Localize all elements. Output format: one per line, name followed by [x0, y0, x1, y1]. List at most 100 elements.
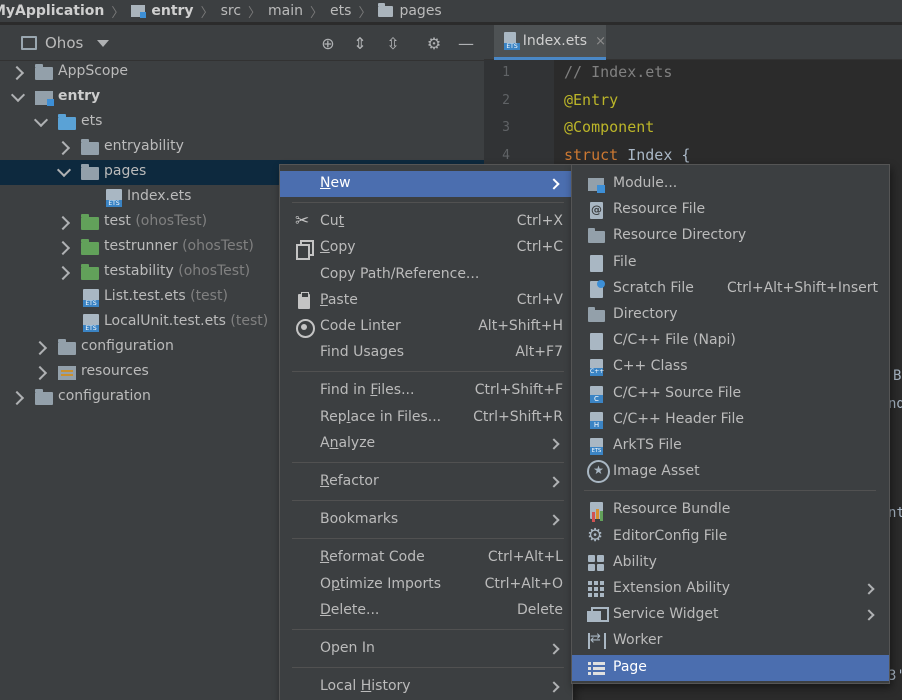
code-line[interactable]: @Component: [564, 118, 654, 136]
menu-item-bookmarks[interactable]: Bookmarks: [280, 507, 572, 533]
submenu-item-service-widget[interactable]: Service Widget: [572, 602, 889, 628]
crosshair-icon[interactable]: ⊕: [318, 33, 338, 53]
menu-item-copy[interactable]: Copy Ctrl+C: [280, 235, 572, 261]
tree-item-ets[interactable]: ets: [0, 110, 484, 135]
submenu-item-arkts-file[interactable]: ArkTS File: [572, 433, 889, 459]
tree-item-label: List.test.ets (test): [104, 288, 228, 304]
menu-item-label: Analyze: [320, 434, 376, 451]
submenu-item-module[interactable]: Module...: [572, 171, 889, 197]
menu-item-analyze[interactable]: Analyze: [280, 431, 572, 457]
submenu-item-resource-file[interactable]: Resource File: [572, 197, 889, 223]
menu-separator: [292, 500, 564, 502]
breadcrumb-item-main[interactable]: main: [268, 3, 303, 19]
menu-item-code-linter[interactable]: Code Linter Alt+Shift+H: [280, 314, 572, 340]
submenu-item-c-class[interactable]: C++ Class: [572, 354, 889, 380]
submenu-item-resource-bundle[interactable]: Resource Bundle: [572, 497, 889, 523]
star-icon: [587, 460, 610, 484]
breadcrumb-item-myapplication[interactable]: MyApplication: [0, 3, 104, 19]
tree-item-name: configuration: [81, 338, 174, 354]
gear-icon[interactable]: ⚙: [424, 33, 444, 53]
submenu-item-page[interactable]: Page: [572, 654, 889, 681]
menu-item-refactor[interactable]: Refactor: [280, 469, 572, 495]
menu-item-paste[interactable]: Paste Ctrl+V: [280, 288, 572, 314]
project-view-selector[interactable]: Ohos: [21, 34, 110, 52]
submenu-item-directory[interactable]: Directory: [572, 302, 889, 328]
tree-item-source-set: (ohosTest): [173, 263, 251, 279]
code-line[interactable]: struct Index {: [564, 146, 690, 164]
breadcrumb-item-pages[interactable]: pages: [378, 2, 442, 19]
submenu-item-label: ArkTS File: [613, 437, 682, 453]
menu-item-shortcut: Alt+Shift+H: [478, 318, 563, 334]
chevron-right-icon[interactable]: [55, 140, 71, 156]
breadcrumb-item-entry[interactable]: entry: [131, 3, 194, 19]
submenu-item-resource-directory[interactable]: Resource Directory: [572, 223, 889, 249]
submenu-item-label: File: [613, 253, 637, 270]
folder-icon: [81, 139, 99, 155]
submenu-item-extension-ability[interactable]: Extension Ability: [572, 576, 889, 602]
chevron-down-icon[interactable]: [56, 162, 72, 178]
menu-item-cut[interactable]: Cut Ctrl+X: [280, 209, 572, 235]
tab-index-ets[interactable]: Index.ets ×: [494, 25, 606, 60]
submenu-item-editorconfig-file[interactable]: EditorConfig File: [572, 524, 889, 550]
ext-icon: [587, 580, 605, 598]
minimize-icon[interactable]: —: [456, 33, 476, 53]
breadcrumb-item-ets[interactable]: ets: [330, 3, 351, 19]
menu-item-local-history[interactable]: Local History: [280, 674, 572, 700]
menu-item-optimize-imports[interactable]: Optimize Imports Ctrl+Alt+O: [280, 572, 572, 598]
menu-item-open-in[interactable]: Open In: [280, 636, 572, 662]
tree-item-entryability[interactable]: entryability: [0, 135, 484, 160]
tree-item-name: AppScope: [58, 63, 128, 79]
tree-item-label: configuration: [58, 388, 151, 404]
chevron-right-icon: [548, 438, 560, 450]
new-submenu: Module... Resource File Resource Directory…: [571, 164, 890, 684]
chevron-right-icon[interactable]: [55, 240, 71, 256]
expand-all-icon[interactable]: ⇕: [350, 33, 370, 53]
worker-icon: [587, 631, 606, 650]
chevron-down-icon[interactable]: [33, 112, 49, 128]
submenu-item-ability[interactable]: Ability: [572, 550, 889, 576]
chevron-right-icon[interactable]: [32, 365, 48, 381]
menu-item-delete[interactable]: Delete... Delete: [280, 598, 572, 624]
linter-icon: [295, 318, 315, 338]
breadcrumb-label: src: [220, 3, 242, 19]
menu-item-label: Optimize Imports: [320, 575, 441, 592]
folder-icon: [81, 264, 99, 280]
menu-item-find-usages[interactable]: Find Usages Alt+F7: [280, 340, 572, 366]
code-line[interactable]: @Entry: [564, 91, 618, 109]
submenu-item-worker[interactable]: Worker: [572, 628, 889, 654]
close-icon[interactable]: ×: [595, 34, 606, 49]
chevron-right-icon[interactable]: [55, 215, 71, 231]
submenu-item-file[interactable]: File: [572, 250, 889, 276]
menu-item-shortcut: Ctrl+C: [516, 239, 563, 256]
breadcrumb-label: ets: [330, 3, 352, 19]
project-view-icon: [21, 36, 37, 50]
submenu-item-c-c-source-file[interactable]: C/C++ Source File: [572, 381, 889, 407]
ets-file-icon: [83, 289, 99, 307]
tree-item-name: testrunner: [104, 238, 178, 254]
cpp-icon: [587, 358, 605, 377]
tree-item-appscope[interactable]: AppScope: [0, 60, 484, 85]
submenu-item-c-c-file-napi[interactable]: C/C++ File (Napi): [572, 328, 889, 354]
menu-item-reformat-code[interactable]: Reformat Code Ctrl+Alt+L: [280, 545, 572, 571]
chevron-down-icon[interactable]: [10, 87, 26, 103]
code-line[interactable]: // Index.ets: [564, 63, 672, 81]
menu-item-label: Bookmarks: [320, 511, 399, 528]
menu-item-shortcut: Ctrl+Alt+O: [484, 575, 563, 592]
menu-item-copy-path-reference[interactable]: Copy Path/Reference...: [280, 262, 572, 288]
submenu-item-scratch-file[interactable]: Scratch File Ctrl+Alt+Shift+Insert: [572, 276, 889, 302]
breadcrumb-item-src[interactable]: src: [221, 3, 241, 19]
breadcrumb-label: pages: [399, 3, 442, 19]
chevron-right-icon[interactable]: [55, 265, 71, 281]
tree-item-entry[interactable]: entry: [0, 85, 484, 110]
collapse-all-icon[interactable]: ⇳: [383, 33, 403, 53]
chevron-right-icon[interactable]: [9, 65, 25, 81]
menu-item-new[interactable]: New: [280, 171, 572, 197]
submenu-item-image-asset[interactable]: Image Asset: [572, 459, 889, 485]
menu-item-shortcut: Ctrl+Alt+L: [487, 549, 563, 566]
submenu-item-c-c-header-file[interactable]: C/C++ Header File: [572, 407, 889, 433]
menu-item-find-in-files[interactable]: Find in Files... Ctrl+Shift+F: [280, 378, 572, 404]
chevron-right-icon[interactable]: [9, 390, 25, 406]
tree-item-label: configuration: [81, 338, 174, 354]
chevron-right-icon[interactable]: [32, 340, 48, 356]
menu-item-replace-in-files[interactable]: Replace in Files... Ctrl+Shift+R: [280, 405, 572, 431]
